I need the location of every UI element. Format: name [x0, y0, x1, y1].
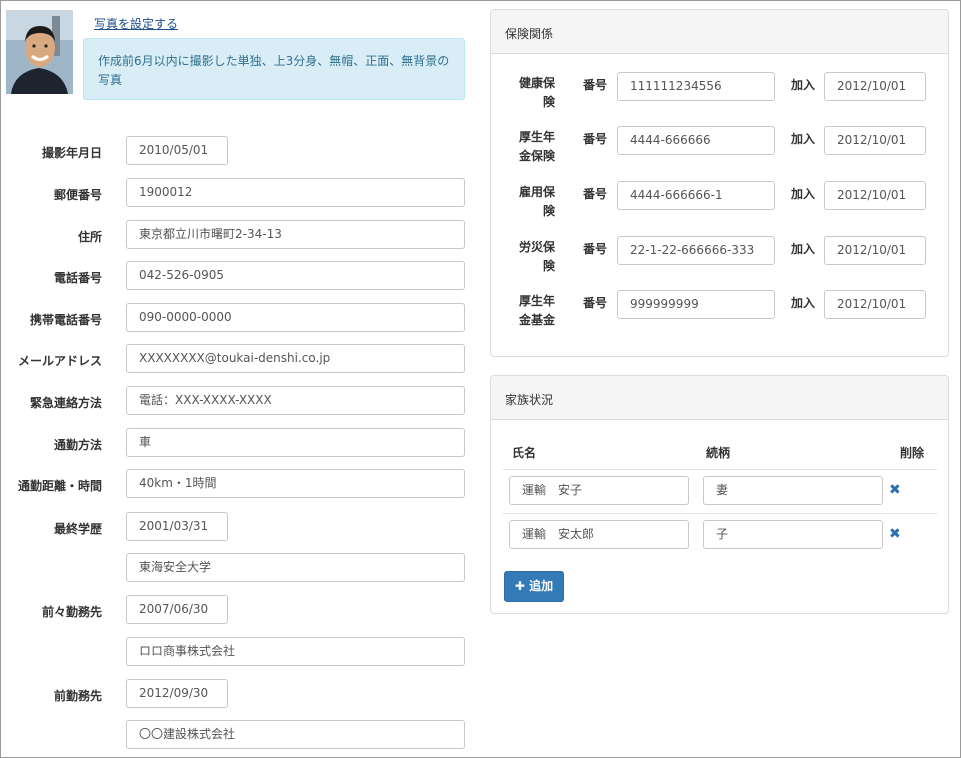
prev-prev-employer-date-input[interactable]: 2007/06/30 — [126, 595, 228, 624]
prev-prev-employer-name-input[interactable]: ロロ商事株式会社 — [126, 637, 465, 666]
employment-insurance-join-date-input[interactable]: 2012/10/01 — [824, 181, 926, 210]
join-label: 加入 — [791, 132, 816, 146]
health-insurance-join-date-input[interactable]: 2012/10/01 — [824, 72, 926, 101]
photo-date-label: 撮影年月日 — [41, 146, 102, 160]
row-commute-method: 通勤方法 車 — [0, 428, 470, 458]
education-label: 最終学歴 — [53, 522, 102, 536]
insurance-row-employment: 雇用保険 番号 4444-666666-1 加入 2012/10/01 — [491, 181, 949, 231]
pension-fund-join-date-input[interactable]: 2012/10/01 — [824, 290, 926, 319]
prev-employer-date-input[interactable]: 2012/09/30 — [126, 679, 228, 708]
row-prev-prev-employer-date: 前々勤務先 2007/06/30 — [0, 595, 470, 625]
add-family-label: 追加 — [529, 579, 554, 593]
number-label: 番号 — [583, 242, 608, 256]
insurance-row-workers-comp: 労災保険 番号 22-1-22-666666-333 加入 2012/10/01 — [491, 236, 949, 286]
emergency-contact-input[interactable]: 電話：XXX-XXXX-XXXX — [126, 386, 465, 415]
family-delete-header: 削除 — [900, 446, 925, 460]
education-date-input[interactable]: 2001/03/31 — [126, 512, 228, 541]
insurance-name: 厚生年 金保険 — [518, 130, 555, 163]
row-commute-distance: 通勤距離・時間 40km・1時間 — [0, 469, 470, 499]
profile-photo — [6, 10, 73, 94]
insurance-row-pension: 厚生年 金保険 番号 4444-666666 加入 2012/10/01 — [491, 126, 949, 176]
health-insurance-number-input[interactable]: 111111234556 — [617, 72, 775, 101]
join-label: 加入 — [791, 78, 816, 92]
commute-method-input[interactable]: 車 — [126, 428, 465, 457]
employment-insurance-number-input[interactable]: 4444-666666-1 — [617, 181, 775, 210]
insurance-name: 雇用保険 — [518, 185, 555, 218]
emergency-contact-label: 緊急連絡方法 — [29, 396, 102, 410]
row-postal-code: 郵便番号 1900012 — [0, 178, 470, 208]
prev-prev-employer-label: 前々勤務先 — [41, 605, 102, 619]
commute-distance-input[interactable]: 40km・1時間 — [126, 469, 465, 498]
row-phone: 電話番号 042-526-0905 — [0, 261, 470, 291]
pension-fund-number-input[interactable]: 999999999 — [617, 290, 775, 319]
delete-icon[interactable]: ✖ — [889, 482, 901, 498]
insurance-row-health: 健康保険 番号 111111234556 加入 2012/10/01 — [491, 72, 949, 122]
prev-employer-name-input[interactable]: 〇〇建設株式会社 — [126, 720, 465, 749]
row-prev-employer-name: 〇〇建設株式会社 — [0, 720, 470, 750]
join-label: 加入 — [791, 187, 816, 201]
row-prev-prev-employer-name: ロロ商事株式会社 — [0, 637, 470, 667]
mobile-input[interactable]: 090-0000-0000 — [126, 303, 465, 332]
row-address: 住所 東京都立川市曙町2-34-13 — [0, 220, 470, 250]
family-relation-input[interactable]: 子 — [703, 520, 883, 549]
join-label: 加入 — [791, 296, 816, 310]
commute-distance-label: 通勤距離・時間 — [17, 479, 102, 493]
insurance-panel: 保険関係 健康保険 番号 111111234556 加入 2012/10/01 … — [490, 9, 949, 357]
row-prev-employer-date: 前勤務先 2012/09/30 — [0, 679, 470, 709]
mobile-label: 携帯電話番号 — [29, 313, 102, 327]
insurance-row-pension-fund: 厚生年 金基金 番号 999999999 加入 2012/10/01 — [491, 290, 949, 340]
insurance-name: 労災保険 — [518, 240, 555, 273]
workers-comp-number-input[interactable]: 22-1-22-666666-333 — [617, 236, 775, 265]
row-photo-date: 撮影年月日 2010/05/01 — [0, 136, 470, 166]
family-name-header: 氏名 — [512, 446, 537, 460]
email-label: メールアドレス — [17, 354, 102, 368]
family-name-input[interactable]: 運輸 安太郎 — [509, 520, 689, 549]
number-label: 番号 — [583, 296, 608, 310]
phone-input[interactable]: 042-526-0905 — [126, 261, 465, 290]
row-education-school: 東海安全大学 — [0, 553, 470, 583]
number-label: 番号 — [583, 187, 608, 201]
family-row: 運輸 安子 妻 ✖ — [503, 469, 937, 513]
address-label: 住所 — [77, 230, 102, 244]
prev-employer-label: 前勤務先 — [53, 689, 102, 703]
add-family-button[interactable]: ✚ 追加 — [504, 571, 564, 602]
address-input[interactable]: 東京都立川市曙町2-34-13 — [126, 220, 465, 249]
commute-method-label: 通勤方法 — [53, 438, 102, 452]
workers-comp-join-date-input[interactable]: 2012/10/01 — [824, 236, 926, 265]
plus-icon: ✚ — [514, 579, 525, 593]
postal-code-input[interactable]: 1900012 — [126, 178, 465, 207]
family-row: 運輸 安太郎 子 ✖ — [503, 513, 937, 557]
pension-insurance-number-input[interactable]: 4444-666666 — [617, 126, 775, 155]
row-mobile: 携帯電話番号 090-0000-0000 — [0, 303, 470, 333]
photo-instructions: 作成前6月以内に撮影した単独、上3分身、無帽、正面、無背景の写真 — [83, 38, 465, 100]
family-relation-input[interactable]: 妻 — [703, 476, 883, 505]
row-email: メールアドレス XXXXXXXX@toukai-denshi.co.jp — [0, 344, 470, 374]
family-relation-header: 続柄 — [706, 446, 731, 460]
family-panel-title: 家族状況 — [491, 376, 948, 420]
number-label: 番号 — [583, 132, 608, 146]
insurance-name: 健康保険 — [518, 76, 555, 109]
row-emergency: 緊急連絡方法 電話：XXX-XXXX-XXXX — [0, 386, 470, 416]
insurance-panel-title: 保険関係 — [491, 10, 948, 54]
family-panel: 家族状況 氏名 続柄 削除 運輸 安子 妻 ✖ 運輸 安太郎 子 ✖ ✚ 追加 — [490, 375, 949, 614]
family-name-input[interactable]: 運輸 安子 — [509, 476, 689, 505]
set-photo-link[interactable]: 写真を設定する — [94, 15, 178, 32]
phone-label: 電話番号 — [53, 271, 102, 285]
row-education-date: 最終学歴 2001/03/31 — [0, 512, 470, 542]
join-label: 加入 — [791, 242, 816, 256]
postal-code-label: 郵便番号 — [53, 188, 102, 202]
education-school-input[interactable]: 東海安全大学 — [126, 553, 465, 582]
delete-icon[interactable]: ✖ — [889, 526, 901, 542]
email-input[interactable]: XXXXXXXX@toukai-denshi.co.jp — [126, 344, 465, 373]
photo-date-input[interactable]: 2010/05/01 — [126, 136, 228, 165]
number-label: 番号 — [583, 78, 608, 92]
insurance-name: 厚生年 金基金 — [518, 294, 555, 327]
pension-insurance-join-date-input[interactable]: 2012/10/01 — [824, 126, 926, 155]
